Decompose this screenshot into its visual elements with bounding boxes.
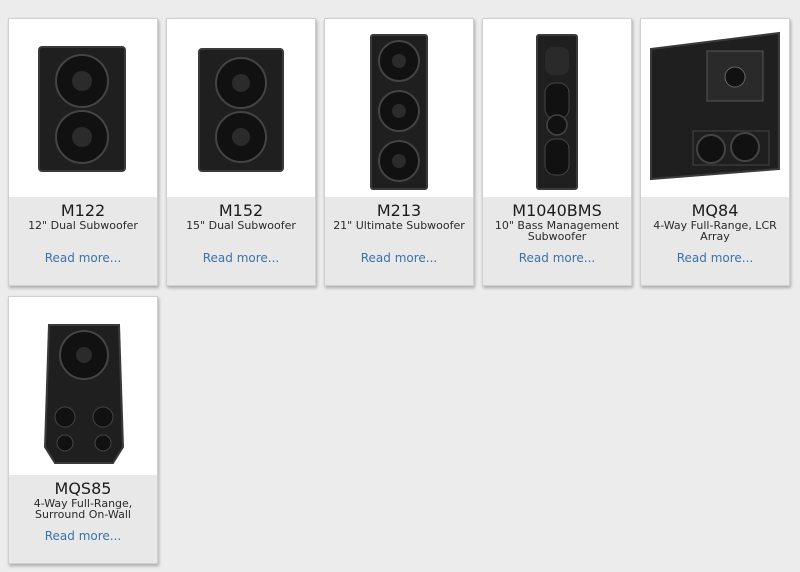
read-more-link[interactable]: Read more... xyxy=(641,251,789,265)
product-model: MQS85 xyxy=(54,479,112,498)
triple-subwoofer-image xyxy=(370,34,428,190)
product-model: M1040BMS xyxy=(512,201,602,220)
product-grid: M122 12" Dual Subwoofer Read more... M15… xyxy=(0,0,800,572)
dual-subwoofer-image xyxy=(198,48,284,172)
product-description: 4-Way Full-Range, Surround On-Wall xyxy=(33,497,133,521)
lcr-array-speaker-image xyxy=(650,31,780,181)
product-card[interactable]: M1040BMS 10" Bass Management Subwoofer R… xyxy=(482,18,632,286)
product-description: 21" Ultimate Subwoofer xyxy=(333,219,465,232)
dual-subwoofer-image xyxy=(38,46,126,172)
read-more-link[interactable]: Read more... xyxy=(325,251,473,265)
product-image[interactable] xyxy=(9,297,157,475)
product-description: 15" Dual Subwoofer xyxy=(186,219,296,232)
read-more-link[interactable]: Read more... xyxy=(167,251,315,265)
product-description: 12" Dual Subwoofer xyxy=(28,219,138,232)
product-image[interactable] xyxy=(325,19,473,197)
product-description: 4-Way Full-Range, LCR Array xyxy=(653,219,777,243)
read-more-link[interactable]: Read more... xyxy=(483,251,631,265)
product-model: M122 xyxy=(60,201,106,220)
product-model: M213 xyxy=(376,201,422,220)
product-card[interactable]: M122 12" Dual Subwoofer Read more... xyxy=(8,18,158,286)
product-model: MQ84 xyxy=(691,201,739,220)
product-card[interactable]: MQS85 4-Way Full-Range, Surround On-Wall… xyxy=(8,296,158,564)
product-image[interactable] xyxy=(641,19,789,197)
surround-speaker-image xyxy=(43,324,125,464)
product-description: 10" Bass Management Subwoofer xyxy=(494,219,620,243)
read-more-link[interactable]: Read more... xyxy=(9,529,157,543)
product-model: M152 xyxy=(218,201,264,220)
product-image[interactable] xyxy=(483,19,631,197)
product-card[interactable]: M213 21" Ultimate Subwoofer Read more... xyxy=(324,18,474,286)
product-card[interactable]: MQ84 4-Way Full-Range, LCR Array Read mo… xyxy=(640,18,790,286)
product-card[interactable]: M152 15" Dual Subwoofer Read more... xyxy=(166,18,316,286)
product-image[interactable] xyxy=(167,19,315,197)
in-wall-subwoofer-image xyxy=(536,34,578,190)
product-image[interactable] xyxy=(9,19,157,197)
read-more-link[interactable]: Read more... xyxy=(9,251,157,265)
